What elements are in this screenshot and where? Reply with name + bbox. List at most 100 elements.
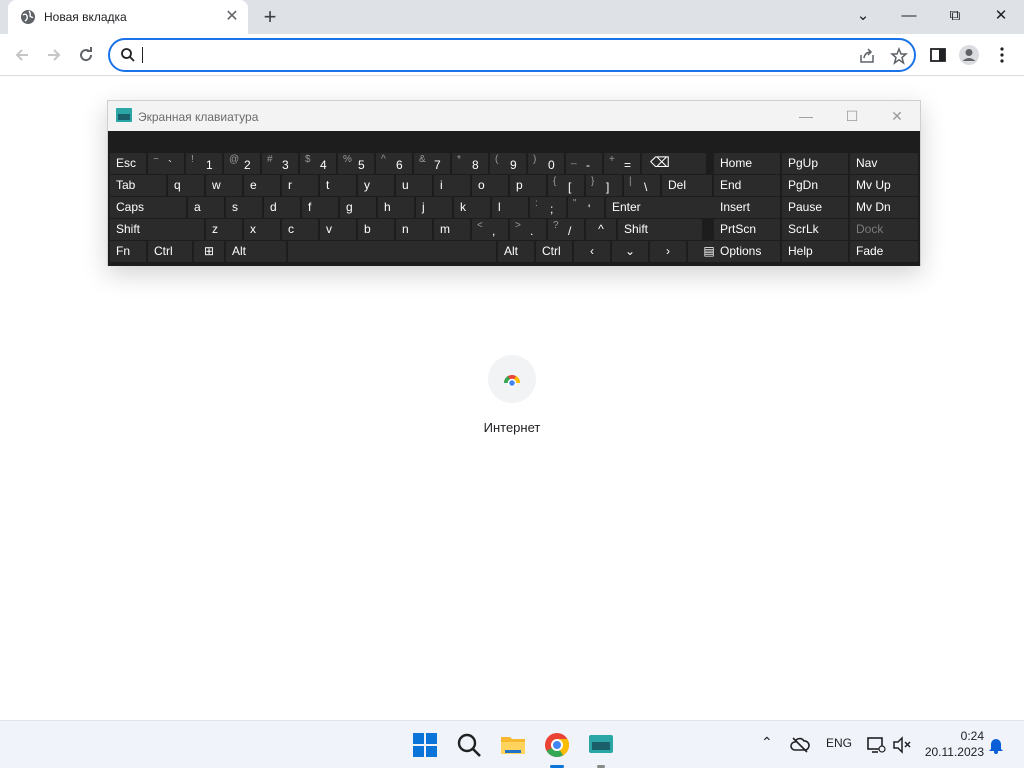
share-icon[interactable] <box>858 47 876 65</box>
osk-close-button[interactable]: ✕ <box>882 105 912 127</box>
osk-key[interactable]: j <box>416 197 452 218</box>
osk-key[interactable]: k <box>454 197 490 218</box>
osk-key[interactable]: m <box>434 219 470 240</box>
restore-button[interactable]: ⧉ <box>932 0 978 32</box>
osk-key[interactable]: ^ 6 <box>376 153 412 174</box>
osk-key[interactable]: <, <box>472 219 508 240</box>
osk-key[interactable]: | \ <box>624 175 660 196</box>
clock[interactable]: 0:24 20.11.2023 <box>920 728 984 760</box>
osk-key[interactable]: g <box>340 197 376 218</box>
osk-key-shift-right[interactable]: Shift <box>618 219 702 240</box>
browser-tab[interactable]: Новая вкладка ✕ <box>8 0 248 34</box>
osk-key-del[interactable]: Del <box>662 175 712 196</box>
cloud-offline-icon[interactable] <box>790 737 810 753</box>
osk-key[interactable]: i <box>434 175 470 196</box>
osk-key-enter[interactable]: Enter <box>606 197 714 218</box>
osk-minimize-button[interactable]: — <box>791 105 821 127</box>
osk-key[interactable]: h <box>378 197 414 218</box>
osk-key-mv-dn[interactable]: Mv Dn <box>850 197 918 218</box>
tray-overflow-chevron-icon[interactable]: ⌃ <box>761 734 773 751</box>
osk-key-space[interactable] <box>288 241 496 262</box>
osk-key[interactable]: z <box>206 219 242 240</box>
osk-key-ctrl-right[interactable]: Ctrl <box>536 241 572 262</box>
osk-key-backspace[interactable]: ⌫ <box>642 153 706 174</box>
search-taskbar-icon[interactable] <box>455 731 483 759</box>
osk-key-windows[interactable]: ⊞ <box>194 241 224 262</box>
osk-key[interactable]: f <box>302 197 338 218</box>
osk-key[interactable]: r <box>282 175 318 196</box>
osk-key-ctrl-left[interactable]: Ctrl <box>148 241 192 262</box>
osk-key[interactable]: c <box>282 219 318 240</box>
menu-kebab-icon[interactable] <box>992 45 1012 65</box>
osk-key-tab[interactable]: Tab <box>110 175 166 196</box>
notification-bell-icon[interactable] <box>988 736 1004 754</box>
osk-key-fn[interactable]: Fn <box>110 241 146 262</box>
osk-key[interactable]: >. <box>510 219 546 240</box>
reload-button[interactable] <box>73 42 99 68</box>
osk-key-dock[interactable]: Dock <box>850 219 918 240</box>
forward-button[interactable] <box>41 42 67 68</box>
profile-avatar-icon[interactable] <box>958 44 980 66</box>
osk-key[interactable]: v <box>320 219 356 240</box>
osk-key-help[interactable]: Help <box>782 241 848 262</box>
osk-key-alt-left[interactable]: Alt <box>226 241 286 262</box>
osk-key[interactable]: * 8 <box>452 153 488 174</box>
osk-key-fade[interactable]: Fade <box>850 241 918 262</box>
osk-key[interactable]: q <box>168 175 204 196</box>
osk-key[interactable]: l <box>492 197 528 218</box>
osk-key[interactable]: d <box>264 197 300 218</box>
osk-key[interactable]: $4 <box>300 153 336 174</box>
osk-key[interactable]: x <box>244 219 280 240</box>
chrome-taskbar-icon[interactable] <box>543 731 571 759</box>
osk-key[interactable]: t <box>320 175 356 196</box>
osk-key[interactable]: #3 <box>262 153 298 174</box>
osk-key[interactable]: _ - <box>566 153 602 174</box>
osk-key-mv-up[interactable]: Mv Up <box>850 175 918 196</box>
network-icon[interactable] <box>866 736 886 754</box>
tab-search-button[interactable]: ⌄ <box>840 0 886 32</box>
osk-key-pause[interactable]: Pause <box>782 197 848 218</box>
osk-key[interactable]: % 5 <box>338 153 374 174</box>
osk-key-nav[interactable]: Nav <box>850 153 918 174</box>
osk-key[interactable]: {[ <box>548 175 584 196</box>
osk-key[interactable]: o <box>472 175 508 196</box>
window-close-button[interactable]: ✕ <box>978 0 1024 32</box>
shortcut-tile[interactable] <box>488 355 536 403</box>
osk-key-options[interactable]: Options <box>714 241 780 262</box>
osk-key-insert[interactable]: Insert <box>714 197 780 218</box>
osk-key[interactable]: }] <box>586 175 622 196</box>
osk-key[interactable]: Esc <box>110 153 146 174</box>
osk-key[interactable]: :; <box>530 197 566 218</box>
volume-muted-icon[interactable] <box>892 736 912 754</box>
osk-key-pgup[interactable]: PgUp <box>782 153 848 174</box>
close-tab-icon[interactable]: ✕ <box>224 9 240 25</box>
osk-key[interactable]: (9 <box>490 153 526 174</box>
language-indicator[interactable]: ENG <box>826 736 852 750</box>
osk-key[interactable]: & 7 <box>414 153 450 174</box>
osk-key[interactable]: a <box>188 197 224 218</box>
osk-key[interactable]: w <box>206 175 242 196</box>
osk-key[interactable]: n <box>396 219 432 240</box>
osk-key-arrow-right[interactable]: › <box>650 241 686 262</box>
osk-key[interactable]: ) 0 <box>528 153 564 174</box>
side-panel-icon[interactable] <box>928 45 948 65</box>
osk-key-home[interactable]: Home <box>714 153 780 174</box>
back-button[interactable] <box>9 42 35 68</box>
file-explorer-icon[interactable] <box>499 731 527 759</box>
osk-key[interactable]: b <box>358 219 394 240</box>
osk-key[interactable]: y <box>358 175 394 196</box>
osk-key-scrlk[interactable]: ScrLk <box>782 219 848 240</box>
osk-key-pgdn[interactable]: PgDn <box>782 175 848 196</box>
osk-key-alt-right[interactable]: Alt <box>498 241 534 262</box>
osk-key[interactable]: ! 1 <box>186 153 222 174</box>
osk-key-prtscn[interactable]: PrtScn <box>714 219 780 240</box>
on-screen-keyboard-taskbar-icon[interactable] <box>587 731 615 759</box>
address-bar[interactable] <box>108 38 916 72</box>
osk-key[interactable]: e <box>244 175 280 196</box>
osk-key-caps[interactable]: Caps <box>110 197 186 218</box>
osk-key-end[interactable]: End <box>714 175 780 196</box>
minimize-button[interactable]: — <box>886 0 932 32</box>
osk-key[interactable]: u <box>396 175 432 196</box>
osk-key[interactable]: s <box>226 197 262 218</box>
windows-start-icon[interactable] <box>411 731 439 759</box>
